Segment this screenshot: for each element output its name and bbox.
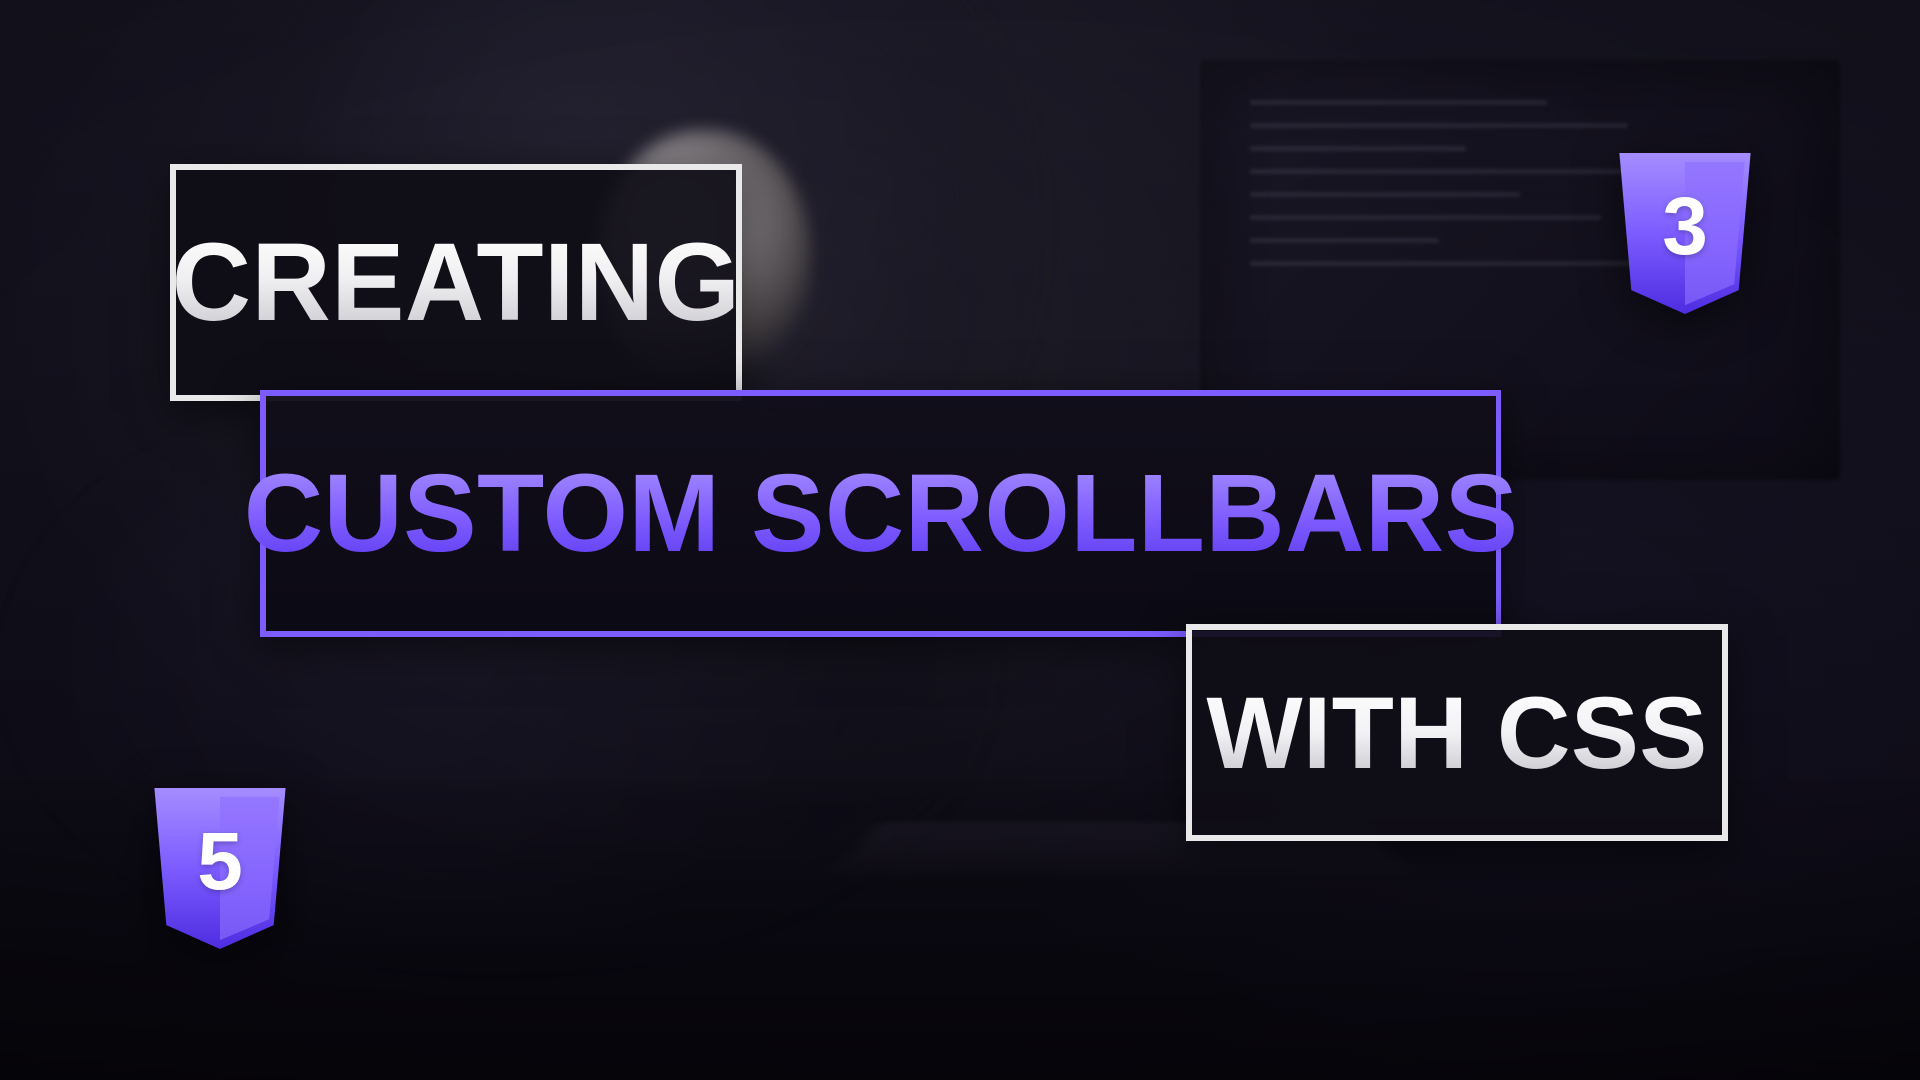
css3-badge-digit: 3 (1610, 134, 1760, 320)
title-line-1: CREATING (162, 228, 751, 338)
title-box-with-css: WITH CSS (1186, 624, 1728, 841)
title-line-3: WITH CSS (1196, 682, 1717, 784)
title-box-creating: CREATING (170, 164, 742, 401)
title-box-custom-scrollbars: CUSTOM SCROLLBARS (260, 390, 1501, 637)
html5-shield-icon: 5 (145, 785, 295, 955)
css3-shield-icon: 3 (1610, 150, 1760, 320)
html5-badge-digit: 5 (145, 769, 295, 955)
title-line-2: CUSTOM SCROLLBARS (234, 459, 1529, 569)
